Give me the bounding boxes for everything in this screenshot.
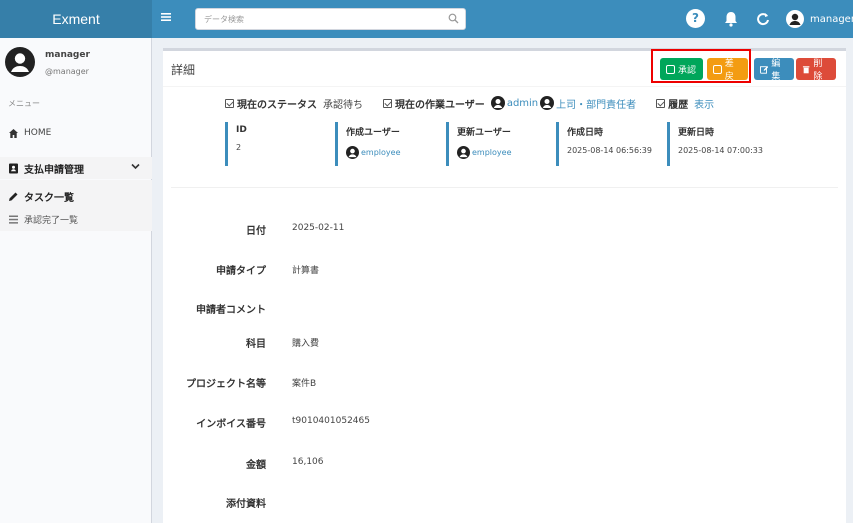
check-square-icon xyxy=(383,98,392,108)
sidebar-item-label: タスク一覧 xyxy=(24,192,74,204)
info-updated-user: 更新ユーザー employee xyxy=(446,122,512,166)
sidebar-item-approved-list[interactable]: 承認完了一覧 xyxy=(0,208,152,230)
user-avatar-icon xyxy=(346,146,359,159)
field-label: 申請タイプ xyxy=(216,266,266,277)
user-avatar-icon xyxy=(786,10,804,28)
sidebar-item-task-list[interactable]: タスク一覧 xyxy=(0,185,152,207)
info-updated-at: 更新日時 2025-08-14 07:00:33 xyxy=(667,122,763,166)
field-row-date: 日付 2025-02-11 xyxy=(163,222,846,238)
info-created-at: 作成日時 2025-08-14 06:56:39 xyxy=(556,122,652,166)
field-value: 案件B xyxy=(292,379,317,389)
info-id: ID 2 xyxy=(225,122,247,166)
sidebar-item-home[interactable]: HOME xyxy=(0,122,152,144)
info-value[interactable]: employee xyxy=(346,146,401,159)
address-book-icon xyxy=(9,163,18,173)
field-label: 科目 xyxy=(246,339,266,350)
info-created-user: 作成ユーザー employee xyxy=(335,122,401,166)
info-header: ID xyxy=(236,125,247,135)
updated-user-link[interactable]: employee xyxy=(472,148,512,157)
edit-button[interactable]: 編集 xyxy=(754,58,794,82)
info-header: 更新日時 xyxy=(678,128,715,138)
field-label: プロジェクト名等 xyxy=(186,379,266,390)
sidebar-item-label: 支払申請管理 xyxy=(24,164,84,176)
worker-group-link[interactable]: 上司・部門責任者 xyxy=(556,96,636,111)
sidebar: manager @manager メニュー HOME 支払申請管理 タスク一覧 … xyxy=(0,38,152,523)
field-row-invoice-number: インボイス番号 t9010401052465 xyxy=(163,415,846,431)
field-value: 2025-02-11 xyxy=(292,223,345,233)
group-avatar-icon xyxy=(540,96,555,110)
divider xyxy=(171,187,838,188)
page-title: 詳細 xyxy=(171,63,196,77)
field-label: 金額 xyxy=(246,460,266,471)
field-value: 16,106 xyxy=(292,457,324,467)
trash-icon xyxy=(802,65,810,73)
search-icon[interactable] xyxy=(448,13,459,24)
menu-header: メニュー xyxy=(8,99,40,108)
info-header: 作成日時 xyxy=(567,128,604,138)
info-header: 更新ユーザー xyxy=(457,128,511,138)
sidebar-item-payment-management[interactable]: 支払申請管理 xyxy=(0,157,152,179)
search-box xyxy=(195,8,466,30)
highlight-box xyxy=(651,49,751,83)
user-avatar-icon xyxy=(490,96,505,110)
app-logo[interactable]: Exment xyxy=(0,0,152,38)
status-label: 現在のステータス xyxy=(237,99,317,111)
search-input[interactable] xyxy=(196,9,436,29)
field-row-application-type: 申請タイプ 計算書 xyxy=(163,262,846,278)
sidebar-user-name: manager xyxy=(45,50,90,60)
detail-box: 詳細 承認 差戻 編集 削除 現在のステータス 承認待ち 現在の作業ユーザー a… xyxy=(163,48,846,523)
info-value: 2025-08-14 06:56:39 xyxy=(567,146,652,155)
workflow-status-row: 現在のステータス 承認待ち 現在の作業ユーザー admin 上司・部門責任者 履… xyxy=(225,96,714,111)
field-value: 計算書 xyxy=(292,266,320,276)
pencil-icon xyxy=(9,192,18,201)
sidebar-item-label: HOME xyxy=(24,128,52,138)
list-icon xyxy=(9,215,18,224)
refresh-icon[interactable] xyxy=(753,9,773,29)
worker-label: 現在の作業ユーザー xyxy=(395,99,485,111)
history-label: 履歴 xyxy=(668,99,689,111)
sidebar-user-sub: @manager xyxy=(45,67,89,76)
edit-icon xyxy=(760,65,769,74)
home-icon xyxy=(9,128,18,138)
info-value[interactable]: employee xyxy=(457,146,512,159)
top-navbar: Exment ? manager xyxy=(0,0,853,38)
chevron-down-icon xyxy=(131,163,140,170)
field-value: 購入費 xyxy=(292,339,320,349)
history-link[interactable]: 表示 xyxy=(694,96,714,111)
check-square-icon xyxy=(225,98,234,108)
field-row-applicant-comment: 申請者コメント xyxy=(163,301,846,317)
user-menu-name: manager xyxy=(810,13,853,25)
user-menu[interactable]: manager xyxy=(786,9,853,29)
info-value: 2 xyxy=(236,143,242,152)
delete-button-label: 削除 xyxy=(813,59,823,82)
user-panel: manager @manager xyxy=(0,38,152,88)
bell-icon[interactable] xyxy=(721,9,741,29)
field-label: 日付 xyxy=(246,226,266,237)
sidebar-toggle-icon[interactable] xyxy=(160,11,174,25)
field-label: 添付資料 xyxy=(226,499,266,510)
check-square-icon xyxy=(656,98,666,108)
field-label: インボイス番号 xyxy=(196,419,266,430)
delete-button[interactable]: 削除 xyxy=(796,58,836,82)
field-row-subject: 科目 購入費 xyxy=(163,335,846,351)
created-user-link[interactable]: employee xyxy=(361,148,401,157)
status-value: 承認待ち xyxy=(323,99,363,111)
sidebar-item-label: 承認完了一覧 xyxy=(24,215,79,226)
help-icon[interactable]: ? xyxy=(686,9,705,28)
info-header: 作成ユーザー xyxy=(346,128,400,138)
field-row-attachments: 添付資料 xyxy=(163,495,846,511)
worker-user-link[interactable]: admin xyxy=(507,98,538,109)
field-label: 申請者コメント xyxy=(196,305,266,316)
user-avatar-icon xyxy=(457,146,470,159)
field-row-amount: 金額 16,106 xyxy=(163,456,846,472)
field-value: t9010401052465 xyxy=(292,416,370,426)
field-row-project-name: プロジェクト名等 案件B xyxy=(163,375,846,391)
info-value: 2025-08-14 07:00:33 xyxy=(678,146,763,155)
avatar xyxy=(5,47,35,77)
edit-button-label: 編集 xyxy=(771,59,781,82)
